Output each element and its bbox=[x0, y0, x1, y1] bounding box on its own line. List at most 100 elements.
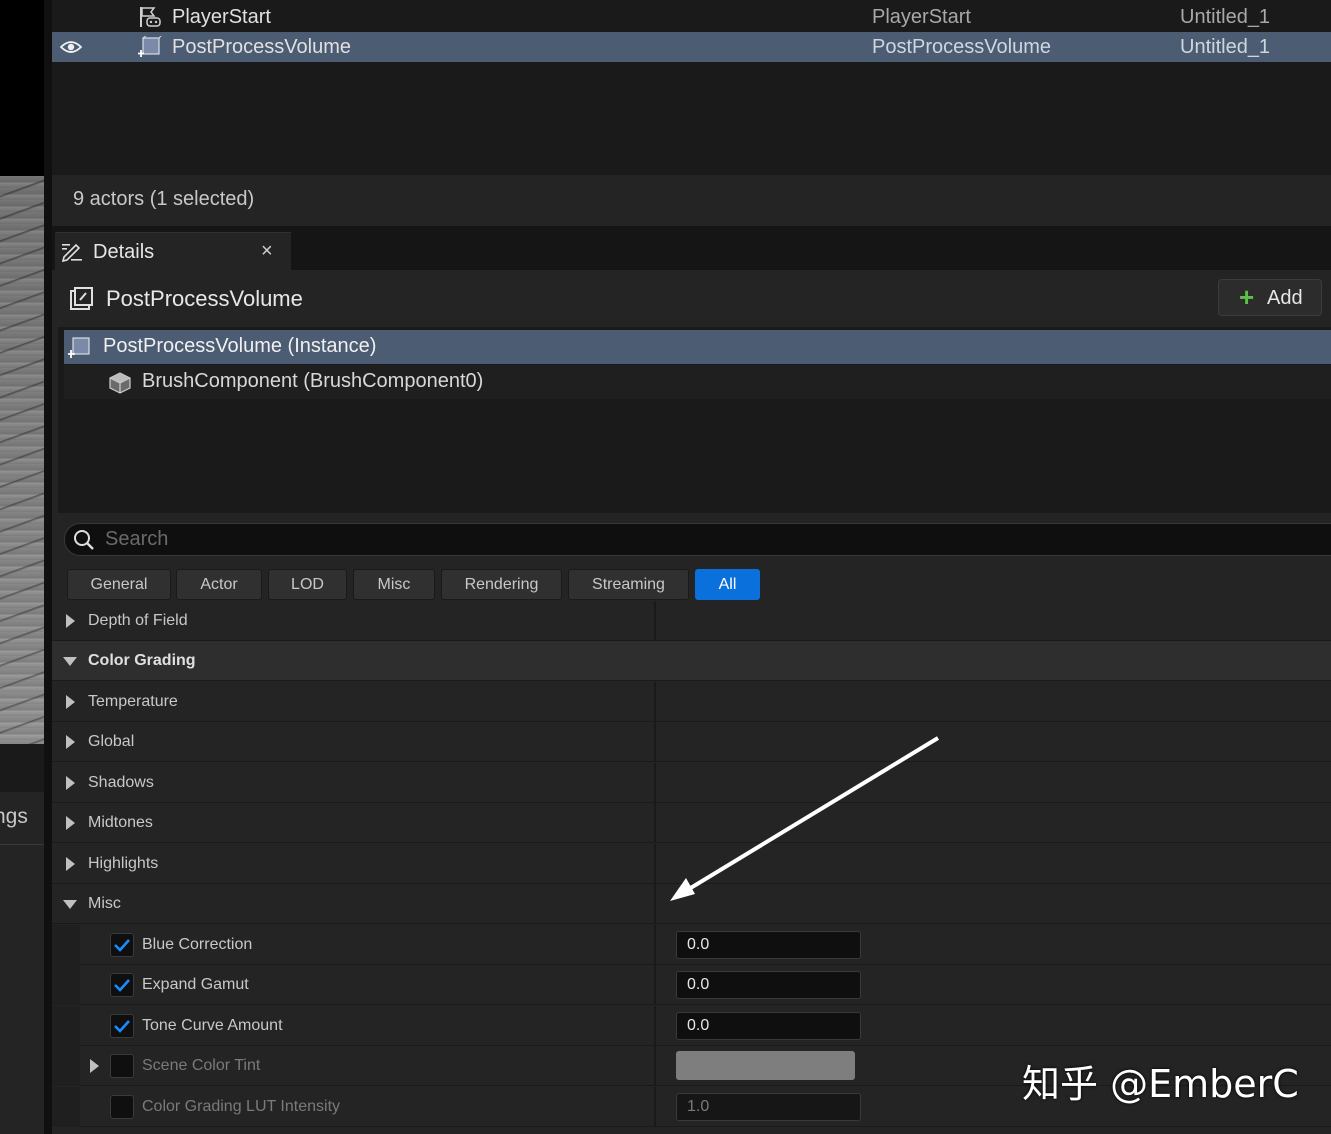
expand-arrow-icon[interactable] bbox=[66, 614, 75, 628]
search-input[interactable] bbox=[105, 526, 1305, 553]
column-splitter[interactable] bbox=[654, 722, 656, 762]
group-label: Global bbox=[88, 733, 135, 750]
viewport-side-panel: ngs bbox=[0, 792, 46, 1134]
column-splitter[interactable] bbox=[654, 803, 656, 843]
pencil-details-icon bbox=[61, 243, 82, 262]
category-depth-of-field[interactable]: Depth of Field bbox=[52, 601, 1331, 641]
group-temperature[interactable]: Temperature bbox=[52, 682, 1331, 722]
column-splitter[interactable] bbox=[654, 884, 656, 924]
property-blue-correction: Blue Correction 0.0 bbox=[52, 925, 1331, 965]
group-label: Temperature bbox=[88, 693, 178, 710]
filter-streaming[interactable]: Streaming bbox=[568, 569, 689, 600]
expand-arrow-icon[interactable] bbox=[66, 816, 75, 830]
collapse-arrow-icon[interactable] bbox=[63, 900, 77, 909]
column-splitter[interactable] bbox=[654, 601, 656, 641]
component-label: BrushComponent (BrushComponent0) bbox=[142, 370, 484, 392]
add-component-button[interactable]: + Add bbox=[1218, 279, 1322, 316]
close-icon[interactable]: × bbox=[261, 240, 273, 263]
filter-actor[interactable]: Actor bbox=[176, 569, 262, 600]
override-checkbox[interactable] bbox=[110, 1014, 134, 1038]
indent-gutter bbox=[52, 1087, 80, 1127]
value-field[interactable]: 0.0 bbox=[676, 971, 861, 999]
expand-arrow-icon[interactable] bbox=[66, 776, 75, 790]
property-expand-gamut: Expand Gamut 0.0 bbox=[52, 965, 1331, 1005]
group-label: Highlights bbox=[88, 855, 159, 872]
world-outliner: PlayerStart PlayerStart Untitled_1 PostP… bbox=[52, 0, 1331, 226]
actor-name: PlayerStart bbox=[172, 6, 271, 28]
outliner-row-playerstart[interactable]: PlayerStart PlayerStart Untitled_1 bbox=[52, 2, 1331, 32]
actor-name: PostProcessVolume bbox=[172, 36, 351, 58]
indent-gutter bbox=[52, 1046, 80, 1086]
color-swatch[interactable] bbox=[676, 1051, 855, 1080]
override-checkbox[interactable] bbox=[110, 1054, 134, 1078]
tab-label: Details bbox=[93, 241, 155, 263]
column-splitter[interactable] bbox=[654, 925, 656, 965]
brush-cube-icon bbox=[109, 372, 131, 394]
category-label: Color Grading bbox=[88, 652, 196, 669]
post-process-volume-icon bbox=[138, 36, 162, 57]
group-global[interactable]: Global bbox=[52, 722, 1331, 762]
group-shadows[interactable]: Shadows bbox=[52, 763, 1331, 803]
value-field[interactable]: 1.0 bbox=[676, 1093, 861, 1121]
component-child-row[interactable]: BrushComponent (BrushComponent0) bbox=[64, 365, 1331, 399]
group-highlights[interactable]: Highlights bbox=[52, 844, 1331, 884]
details-search-box[interactable] bbox=[64, 523, 1331, 556]
column-splitter[interactable] bbox=[654, 682, 656, 722]
collapse-arrow-icon[interactable] bbox=[63, 657, 77, 666]
outliner-status-bar: 9 actors (1 selected) bbox=[52, 175, 1331, 226]
override-checkbox[interactable] bbox=[110, 933, 134, 957]
actor-icon bbox=[70, 287, 93, 310]
property-tone-curve-amount: Tone Curve Amount 0.0 bbox=[52, 1006, 1331, 1046]
checkmark-icon bbox=[114, 1020, 130, 1033]
expand-arrow-icon[interactable] bbox=[66, 695, 75, 709]
level-viewport[interactable]: ngs bbox=[0, 0, 46, 1134]
property-label: Tone Curve Amount bbox=[142, 1017, 283, 1034]
column-splitter[interactable] bbox=[654, 1046, 656, 1086]
filter-lod[interactable]: LOD bbox=[268, 569, 347, 600]
column-splitter[interactable] bbox=[654, 965, 656, 1005]
partial-panel-label: ngs bbox=[0, 805, 28, 828]
expand-arrow-icon[interactable] bbox=[90, 1059, 99, 1073]
filter-misc[interactable]: Misc bbox=[353, 569, 435, 600]
column-splitter[interactable] bbox=[654, 763, 656, 803]
watermark-text: 知乎 @EmberC bbox=[1022, 1062, 1299, 1106]
add-button-label: Add bbox=[1267, 287, 1303, 309]
component-label: PostProcessVolume (Instance) bbox=[103, 335, 377, 357]
viewport-bottom-bar bbox=[0, 744, 46, 792]
player-start-icon bbox=[140, 7, 161, 27]
column-splitter[interactable] bbox=[654, 1087, 656, 1127]
component-tree: PostProcessVolume (Instance) BrushCompon… bbox=[58, 327, 1331, 513]
expand-arrow-icon[interactable] bbox=[66, 857, 75, 871]
visibility-eye-icon[interactable] bbox=[60, 39, 82, 55]
group-label: Misc bbox=[88, 895, 121, 912]
expand-arrow-icon[interactable] bbox=[66, 735, 75, 749]
checkmark-icon bbox=[114, 979, 130, 992]
plus-icon: + bbox=[1239, 282, 1255, 312]
actor-level: Untitled_1 bbox=[1180, 36, 1271, 58]
group-label: Midtones bbox=[88, 814, 153, 831]
outliner-row-postprocessvolume[interactable]: PostProcessVolume PostProcessVolume Unti… bbox=[52, 32, 1331, 62]
divider bbox=[0, 844, 46, 845]
column-splitter[interactable] bbox=[654, 1006, 656, 1046]
search-icon bbox=[74, 530, 94, 550]
category-color-grading[interactable]: Color Grading bbox=[52, 641, 1331, 681]
viewport-shading bbox=[0, 176, 46, 744]
actor-type: PlayerStart bbox=[872, 6, 971, 28]
property-label: Blue Correction bbox=[142, 936, 253, 953]
selected-actor-name: PostProcessVolume bbox=[106, 286, 303, 311]
actor-count-text: 9 actors (1 selected) bbox=[73, 188, 255, 210]
group-misc[interactable]: Misc bbox=[52, 884, 1331, 924]
column-splitter[interactable] bbox=[654, 844, 656, 884]
actor-type: PostProcessVolume bbox=[872, 36, 1051, 58]
panel-splitter[interactable] bbox=[44, 0, 52, 1134]
value-field[interactable]: 0.0 bbox=[676, 931, 861, 959]
filter-rendering[interactable]: Rendering bbox=[441, 569, 562, 600]
group-midtones[interactable]: Midtones bbox=[52, 803, 1331, 843]
tab-details[interactable]: Details × bbox=[55, 232, 291, 270]
override-checkbox[interactable] bbox=[110, 1095, 134, 1119]
filter-general[interactable]: General bbox=[67, 569, 171, 600]
component-root-row[interactable]: PostProcessVolume (Instance) bbox=[64, 330, 1331, 364]
filter-all[interactable]: All bbox=[695, 569, 760, 600]
override-checkbox[interactable] bbox=[110, 973, 134, 997]
value-field[interactable]: 0.0 bbox=[676, 1012, 861, 1040]
